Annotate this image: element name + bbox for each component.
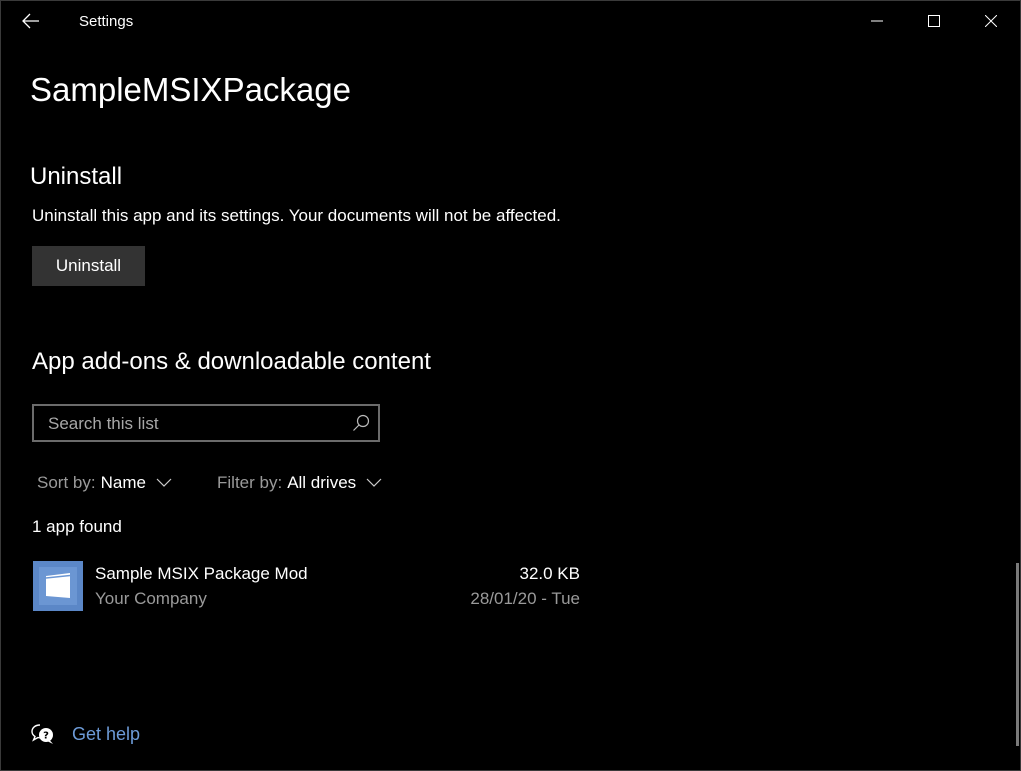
minimize-icon xyxy=(871,20,883,22)
maximize-button[interactable] xyxy=(911,1,957,41)
page-title: SampleMSIXPackage xyxy=(30,71,351,108)
addons-heading: App add-ons & downloadable content xyxy=(32,348,431,375)
app-name: Sample MSIX Package Mod xyxy=(95,564,308,583)
list-item[interactable]: Sample MSIX Package Mod Your Company 32.… xyxy=(32,559,582,613)
filter-by-dropdown[interactable]: Filter by: All drives xyxy=(217,473,382,493)
svg-text:?: ? xyxy=(43,731,49,742)
filter-by-value: All drives xyxy=(287,473,357,492)
back-button[interactable] xyxy=(11,5,51,37)
uninstall-heading: Uninstall xyxy=(30,163,123,190)
search-input[interactable] xyxy=(34,406,350,442)
close-button[interactable] xyxy=(968,1,1014,41)
window-icon xyxy=(45,573,71,598)
app-size: 32.0 KB xyxy=(519,564,581,583)
get-help-link[interactable]: ? Get help xyxy=(31,723,140,745)
search-icon[interactable] xyxy=(352,414,370,432)
get-help-label[interactable]: Get help xyxy=(72,724,140,745)
app-publisher: Your Company xyxy=(95,589,207,608)
window-title: Settings xyxy=(79,13,134,30)
close-icon xyxy=(985,15,997,27)
uninstall-description: Uninstall this app and its settings. You… xyxy=(32,206,561,225)
sort-by-label: Sort by: xyxy=(37,473,96,492)
title-bar: Settings xyxy=(1,1,1020,41)
search-box[interactable] xyxy=(32,404,380,442)
vertical-scrollbar[interactable] xyxy=(1016,563,1019,746)
back-arrow-icon xyxy=(22,13,39,29)
chevron-down-icon xyxy=(366,478,382,487)
sort-by-value: Name xyxy=(100,473,146,492)
help-chat-icon: ? xyxy=(31,724,53,744)
sort-by-dropdown[interactable]: Sort by: Name xyxy=(37,473,172,493)
chevron-down-icon xyxy=(156,478,172,487)
uninstall-button[interactable]: Uninstall xyxy=(32,246,145,286)
app-icon-tile xyxy=(39,567,77,605)
app-icon xyxy=(33,561,83,611)
maximize-icon xyxy=(928,15,940,27)
filter-by-label: Filter by: xyxy=(217,473,283,492)
minimize-button[interactable] xyxy=(854,1,900,41)
app-date: 28/01/20 - Tue xyxy=(470,589,580,608)
settings-window: Settings SampleMSIXPackage Uninstall Uni… xyxy=(0,0,1021,771)
results-count: 1 app found xyxy=(32,517,122,536)
